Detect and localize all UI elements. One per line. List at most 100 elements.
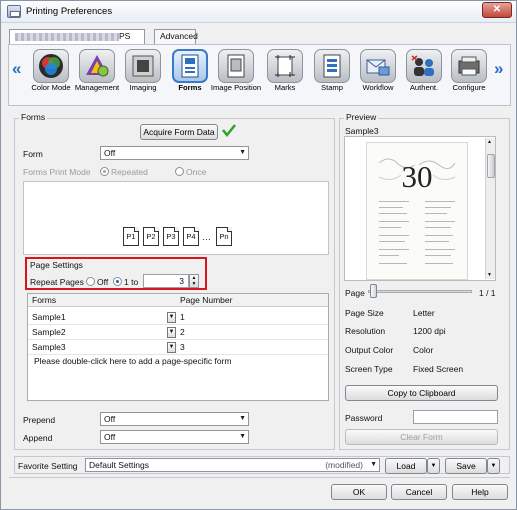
forms-print-mode-label: Forms Print Mode: [23, 167, 91, 177]
load-button[interactable]: Load: [385, 458, 427, 474]
prepend-label: Prepend: [23, 415, 56, 425]
preview-big-number: 30: [401, 159, 433, 194]
chevron-down-icon: ▼: [239, 149, 246, 156]
resolution-value: 1200 dpi: [413, 326, 446, 336]
save-button[interactable]: Save: [445, 458, 487, 474]
grid-row-page: 1: [180, 312, 185, 322]
title-bar: Printing Preferences ✕: [1, 1, 516, 23]
function-icon-bar: « » Color Mode Management Imaging Forms …: [8, 44, 511, 106]
favorite-modified-indicator: (modified): [325, 460, 363, 470]
form-select[interactable]: Off ▼: [100, 146, 249, 160]
password-label: Password: [345, 413, 383, 423]
ok-button[interactable]: OK: [331, 484, 387, 500]
highlight-box: [25, 257, 207, 290]
acquire-form-data-button[interactable]: Acquire Form Data: [140, 124, 218, 140]
save-menu-chevron-icon[interactable]: ▼: [487, 458, 500, 474]
printing-preferences-window: Printing Preferences ✕ PS Advanced « » C…: [0, 0, 517, 510]
preview-page: 30: [367, 143, 467, 279]
toolbar-image-position[interactable]: Image Position: [211, 49, 261, 93]
scroll-left-arrow[interactable]: «: [12, 59, 21, 79]
chevron-down-icon[interactable]: ▼: [167, 342, 176, 353]
mode-once-radio[interactable]: Once: [175, 167, 206, 177]
page-slider-thumb[interactable]: [370, 284, 377, 298]
grid-row-page: 3: [180, 342, 185, 352]
grid-row[interactable]: Sample3 ▼ 3: [28, 341, 328, 355]
toolbar-label-authentication: Authent.: [409, 83, 439, 92]
toolbar-workflow[interactable]: Workflow: [354, 49, 402, 93]
toolbar-configure[interactable]: Configure: [445, 49, 493, 93]
toolbar-color-mode[interactable]: Color Mode: [27, 49, 75, 93]
forms-icon: [181, 54, 199, 78]
mode-repeated-radio[interactable]: Repeated: [100, 167, 148, 177]
cancel-button[interactable]: Cancel: [391, 484, 447, 500]
help-button[interactable]: Help: [452, 484, 508, 500]
grid-add-hint[interactable]: Please double-click here to add a page-s…: [34, 355, 232, 368]
page-size-value: Letter: [413, 308, 435, 318]
clear-form-button[interactable]: Clear Form: [345, 429, 498, 445]
prepend-select[interactable]: Off ▼: [100, 412, 249, 426]
scroll-right-arrow[interactable]: »: [494, 59, 503, 79]
toolbar-label-management: Management: [74, 83, 120, 92]
favorite-setting-select[interactable]: Default Settings (modified) ▼: [85, 458, 380, 472]
grid-row-form: Sample3: [32, 342, 66, 352]
output-color-value: Color: [413, 345, 434, 355]
preview-form-name: Sample3: [345, 126, 379, 136]
page-slider[interactable]: [368, 290, 472, 293]
page-icon-p3: P3: [163, 227, 179, 246]
chevron-down-icon[interactable]: ▼: [487, 272, 492, 278]
configure-icon: [458, 56, 480, 76]
toolbar-label-workflow: Workflow: [362, 83, 394, 92]
toolbar-label-color-mode: Color Mode: [31, 83, 71, 92]
toolbar-authentication[interactable]: Authent.: [400, 49, 448, 93]
workflow-icon: [366, 59, 390, 76]
imaging-icon: [132, 55, 154, 77]
copy-to-clipboard-button[interactable]: Copy to Clipboard: [345, 385, 498, 401]
page-icon-p1: P1: [123, 227, 139, 246]
page-ellipsis: …: [202, 232, 211, 242]
page-size-label: Page Size: [345, 308, 384, 318]
window-title: Printing Preferences: [26, 6, 113, 17]
grid-row-form: Sample1: [32, 312, 66, 322]
check-mark-icon: [222, 124, 236, 137]
grid-header: Forms Page Number: [28, 294, 328, 307]
tab-ps[interactable]: PS: [9, 29, 145, 45]
preview-scroll-thumb[interactable]: [487, 154, 495, 178]
forms-page-grid: Forms Page Number Sample1 ▼ 1 Sample2 ▼ …: [27, 293, 329, 401]
form-pages-illustration: P1 P2 P3 P4 … Pn: [23, 181, 329, 255]
toolbar-management[interactable]: Management: [73, 49, 121, 93]
chevron-down-icon[interactable]: ▼: [167, 312, 176, 323]
append-select[interactable]: Off ▼: [100, 430, 249, 444]
chevron-down-icon: ▼: [239, 415, 246, 422]
close-button[interactable]: ✕: [482, 2, 512, 18]
tab-ps-suffix: PS: [119, 31, 131, 41]
toolbar-stamp[interactable]: Stamp: [308, 49, 356, 93]
grid-header-forms: Forms: [32, 295, 57, 305]
password-input[interactable]: [413, 410, 498, 424]
append-label: Append: [23, 433, 53, 443]
forms-section-label: Forms: [19, 112, 48, 122]
toolbar-marks[interactable]: Marks: [261, 49, 309, 93]
page-icon-p2: P2: [143, 227, 159, 246]
prepend-select-value: Off: [104, 414, 116, 424]
load-menu-chevron-icon[interactable]: ▼: [427, 458, 440, 474]
toolbar-label-stamp: Stamp: [321, 83, 343, 92]
tab-advanced[interactable]: Advanced: [154, 29, 198, 44]
color-mode-icon: [39, 54, 63, 78]
management-icon: [86, 55, 109, 77]
preview-scrollbar[interactable]: ▲ ▼: [485, 138, 495, 279]
toolbar-imaging[interactable]: Imaging: [119, 49, 167, 93]
grid-row[interactable]: Sample1 ▼ 1: [28, 311, 328, 325]
form-select-value: Off: [104, 148, 116, 158]
radio-repeated-icon: [100, 167, 109, 176]
chevron-up-icon[interactable]: ▲: [487, 139, 492, 145]
stamp-icon: [323, 54, 341, 78]
preview-image-area: 30: [344, 136, 496, 281]
resolution-label: Resolution: [345, 326, 386, 336]
grid-row[interactable]: Sample2 ▼ 2: [28, 326, 328, 340]
chevron-down-icon: ▼: [239, 433, 246, 440]
footer-divider: [9, 477, 510, 478]
chevron-down-icon[interactable]: ▼: [167, 327, 176, 338]
image-position-icon: [227, 54, 245, 78]
printer-icon: [7, 5, 21, 18]
grid-row-form: Sample2: [32, 327, 66, 337]
